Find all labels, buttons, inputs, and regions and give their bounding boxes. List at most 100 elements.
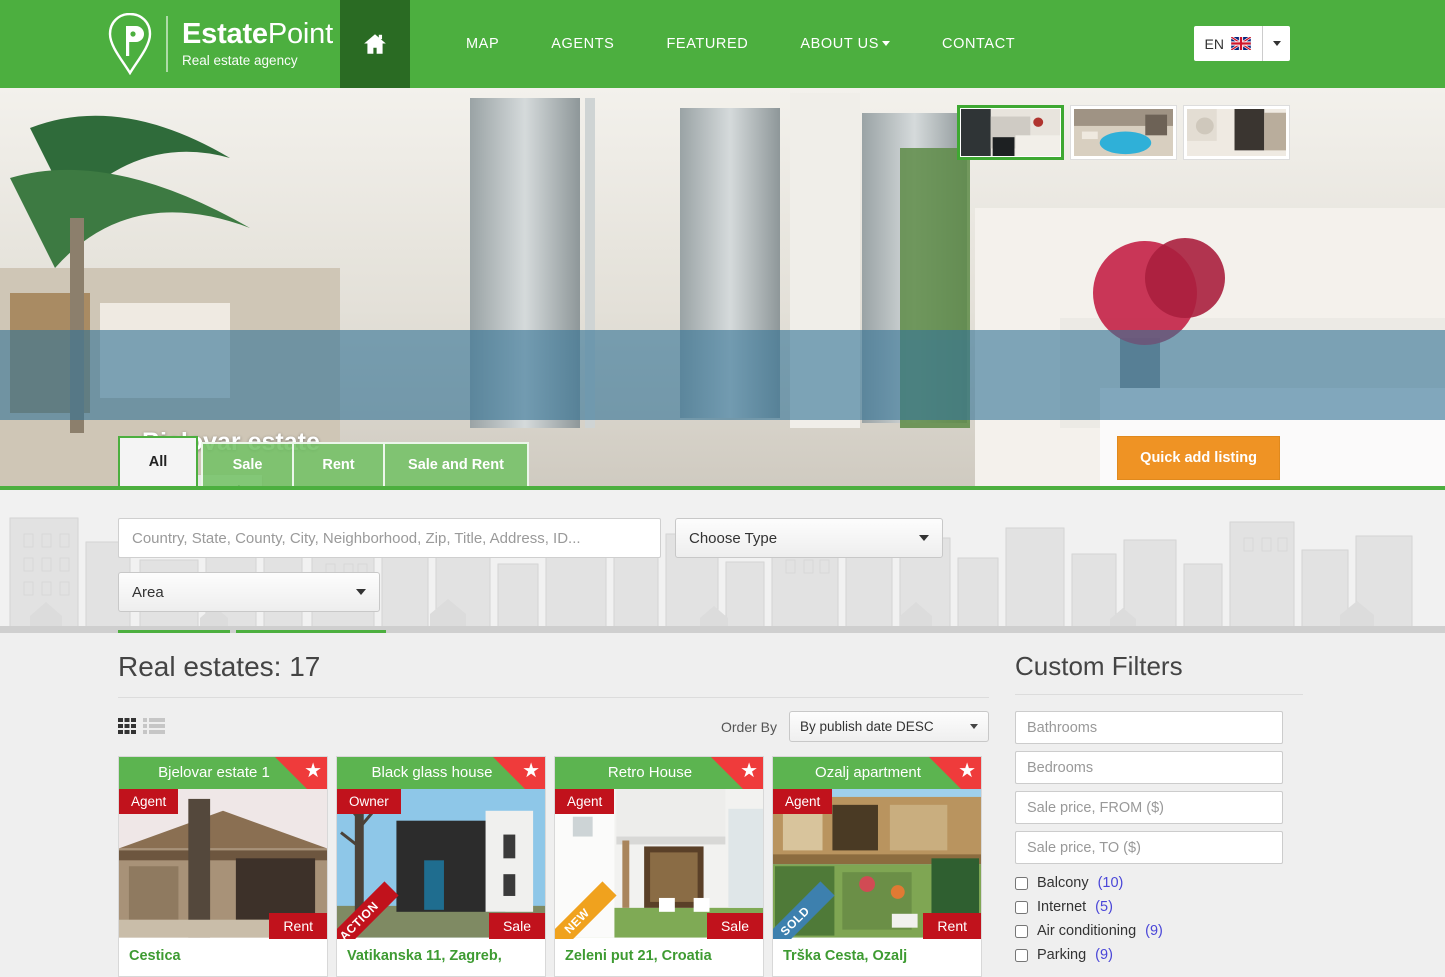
filter-checkbox-internet[interactable]: Internet (5) <box>1015 895 1303 919</box>
air-conditioning-checkbox[interactable] <box>1015 924 1028 938</box>
chevron-down-icon <box>919 535 929 541</box>
bedrooms-input[interactable] <box>1015 751 1283 784</box>
filter-checkbox-balcony[interactable]: Balcony (10) <box>1015 871 1303 895</box>
chevron-down-icon <box>1272 41 1281 46</box>
sale-price-from-input[interactable] <box>1015 791 1283 824</box>
type-select-value: Choose Type <box>689 529 778 547</box>
logo-tagline: Real estate agency <box>182 53 298 69</box>
chevron-down-icon <box>356 589 366 595</box>
filter-label: Parking <box>1037 947 1087 963</box>
logo-name-bold: Estate <box>182 18 268 51</box>
star-icon: ★ <box>958 760 976 782</box>
filter-count: (5) <box>1095 899 1113 915</box>
search-form: Choose Type Area Search Show on map <box>0 490 1130 633</box>
card-header: Black glass house ★ <box>337 757 545 789</box>
hero-thumbnail-gallery <box>957 105 1290 160</box>
thumb-pool[interactable] <box>1070 105 1177 160</box>
internet-checkbox[interactable] <box>1015 900 1028 914</box>
view-toggles <box>118 718 165 735</box>
sale-price-to-input[interactable] <box>1015 831 1283 864</box>
custom-filters-sidebar: Custom Filters Balcony (10) Internet (5)… <box>1015 633 1303 977</box>
deal-badge: Rent <box>923 913 981 939</box>
tab-all[interactable]: All <box>118 436 198 486</box>
order-by-control: Order By By publish date DESC <box>721 711 989 742</box>
area-select[interactable]: Area <box>118 572 380 612</box>
nav-item-about-us[interactable]: ABOUT US <box>774 0 916 88</box>
owner-badge: Agent <box>555 789 615 814</box>
language-code: EN <box>1204 35 1224 52</box>
filter-label: Air conditioning <box>1037 923 1137 939</box>
order-by-label: Order By <box>720 718 777 735</box>
filter-count: (10) <box>1097 875 1124 891</box>
show-on-map-button[interactable]: Show on map <box>236 630 386 633</box>
thumb-living-room[interactable] <box>957 105 1064 160</box>
search-button[interactable]: Search <box>118 630 230 633</box>
logo-divider <box>166 16 168 72</box>
card-media: Agent SOLD Rent <box>773 789 981 939</box>
tab-sale-and-rent[interactable]: Sale and Rent <box>383 442 529 486</box>
order-by-select[interactable]: By publish date DESC <box>789 711 989 742</box>
logo[interactable]: EstatePoint Real estate agency <box>0 0 340 88</box>
filter-checkbox-parking[interactable]: Parking (9) <box>1015 943 1303 967</box>
hero-overlay-band <box>0 330 1445 420</box>
logo-text: EstatePoint Real estate agency <box>182 20 333 68</box>
thumb-living-room-image <box>961 109 1060 156</box>
hero-banner: Bjelovar estate Seen enough All Sale Ren… <box>0 88 1445 490</box>
card-header: Ozalj apartment ★ <box>773 757 981 789</box>
parking-checkbox[interactable] <box>1015 948 1028 962</box>
nav-home-button[interactable] <box>340 0 410 88</box>
bathrooms-input[interactable] <box>1015 711 1283 744</box>
thumb-bedroom[interactable] <box>1183 105 1290 160</box>
nav-label: ABOUT US <box>800 36 880 52</box>
nav-item-map[interactable]: MAP <box>440 0 525 88</box>
card-footer: Vatikanska 11, Zagreb, <box>337 939 545 976</box>
logo-name-light: Point <box>267 18 333 51</box>
card-media: Agent Rent <box>119 789 327 939</box>
card-address[interactable]: Vatikanska 11, Zagreb, <box>347 948 535 964</box>
chevron-down-icon <box>970 724 978 729</box>
type-select[interactable]: Choose Type <box>675 518 943 558</box>
filter-checkbox-air-conditioning[interactable]: Air conditioning (9) <box>1015 919 1303 943</box>
language-dropdown-toggle[interactable] <box>1262 26 1290 61</box>
filters-title: Custom Filters <box>1015 651 1303 695</box>
pin-p-logo-icon <box>108 13 152 75</box>
property-card[interactable]: Bjelovar estate 1 ★ Agent Rent Cestica <box>118 756 328 977</box>
main-navigation: MAP AGENTS FEATURED ABOUT US CONTACT <box>410 0 1041 88</box>
search-buttons: Search Show on map <box>118 630 1130 633</box>
card-header: Retro House ★ <box>555 757 763 789</box>
tab-sale[interactable]: Sale <box>201 442 294 486</box>
nav-item-agents[interactable]: AGENTS <box>525 0 640 88</box>
owner-badge: Owner <box>337 789 401 814</box>
property-card-list: Bjelovar estate 1 ★ Agent Rent Cestica B… <box>118 756 989 977</box>
tab-rent[interactable]: Rent <box>292 442 385 486</box>
property-card[interactable]: Retro House ★ Agent NEW Sale Zeleni put … <box>554 756 764 977</box>
filter-count: (9) <box>1145 923 1163 939</box>
property-card[interactable]: Black glass house ★ Owner ACTION Sale Va… <box>336 756 546 977</box>
area-select-value: Area <box>132 583 164 601</box>
quick-add-listing-button[interactable]: Quick add listing <box>1117 436 1280 480</box>
deal-badge: Sale <box>488 913 545 939</box>
nav-item-featured[interactable]: FEATURED <box>640 0 774 88</box>
property-card[interactable]: Ozalj apartment ★ Agent SOLD Rent Trška … <box>772 756 982 977</box>
card-address[interactable]: Cestica <box>129 948 317 964</box>
card-address[interactable]: Trška Cesta, Ozalj <box>783 948 971 964</box>
language-selector[interactable]: EN <box>1193 26 1290 61</box>
card-address[interactable]: Zeleni put 21, Croatia <box>565 948 753 964</box>
results-heading: Real estates: 17 <box>118 633 989 698</box>
language-current[interactable]: EN <box>1194 26 1262 61</box>
list-view-icon[interactable] <box>143 718 165 735</box>
nav-item-contact[interactable]: CONTACT <box>916 0 1041 88</box>
owner-badge: Agent <box>119 789 179 814</box>
card-footer: Zeleni put 21, Croatia <box>555 939 763 976</box>
search-input[interactable] <box>118 518 661 558</box>
card-media: Owner ACTION Sale <box>337 789 545 939</box>
site-header: EstatePoint Real estate agency MAP AGENT… <box>0 0 1445 88</box>
order-by-value: By publish date DESC <box>800 719 934 734</box>
star-icon: ★ <box>304 760 322 782</box>
thumb-pool-image <box>1074 109 1173 156</box>
deal-badge: Sale <box>706 913 763 939</box>
balcony-checkbox[interactable] <box>1015 876 1028 890</box>
chevron-down-icon <box>882 41 891 46</box>
nav-label: FEATURED <box>666 36 749 52</box>
grid-view-icon[interactable] <box>118 718 138 735</box>
